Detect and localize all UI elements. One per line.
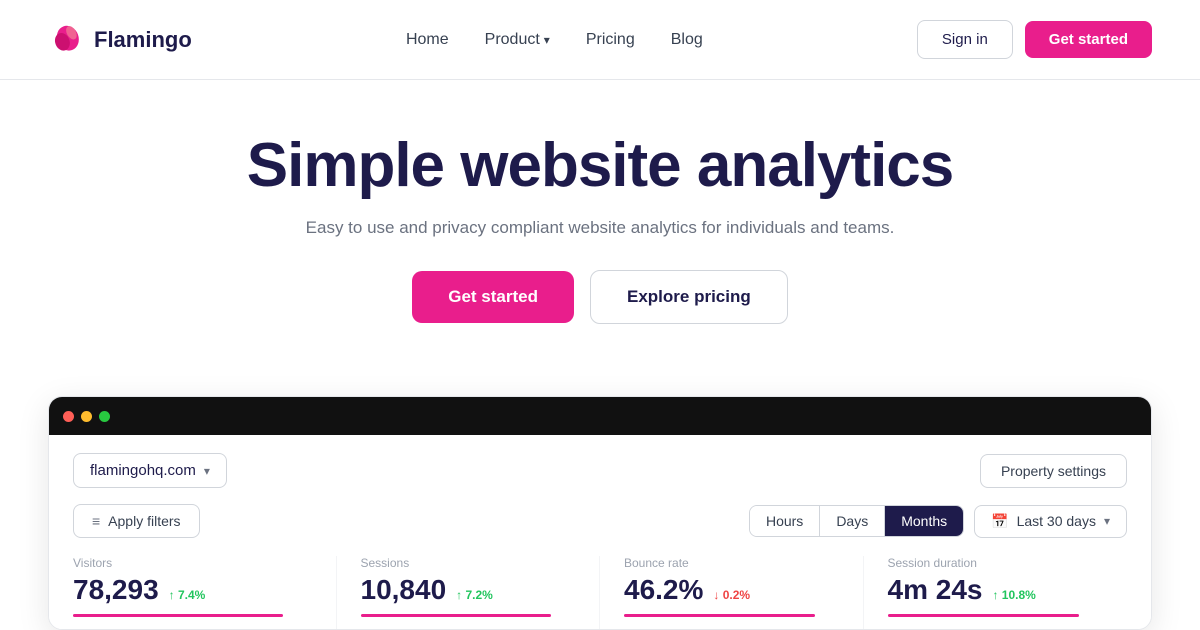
metric-sessions-value-row: 10,840 ↑ 7.2% [361, 574, 600, 606]
window-dot-yellow [81, 411, 92, 422]
metric-bounce-rate-value: 46.2% [624, 574, 703, 606]
metric-sessions-bar [361, 614, 552, 617]
hero-get-started-button[interactable]: Get started [412, 271, 574, 323]
metric-visitors-change: ↑ 7.4% [169, 588, 206, 602]
metric-bounce-rate: Bounce rate 46.2% ↓ 0.2% [600, 556, 864, 629]
logo: Flamingo [48, 22, 192, 58]
navbar: Flamingo Home Product ▾ Pricing Blog Sig… [0, 0, 1200, 80]
calendar-icon: 📅 [991, 513, 1008, 530]
hero-subtitle: Easy to use and privacy compliant websit… [48, 218, 1152, 238]
metric-session-duration: Session duration 4m 24s ↑ 10.8% [864, 556, 1128, 629]
metric-visitors-value-row: 78,293 ↑ 7.4% [73, 574, 336, 606]
time-btn-group: Hours Days Months [749, 505, 964, 537]
nav-home[interactable]: Home [406, 31, 449, 49]
hero-title: Simple website analytics [48, 132, 1152, 200]
apply-filters-button[interactable]: ≡ Apply filters [73, 504, 200, 538]
nav-product[interactable]: Product ▾ [485, 31, 550, 49]
site-selector-button[interactable]: flamingohq.com ▾ [73, 453, 227, 488]
metric-session-duration-label: Session duration [888, 556, 1128, 570]
flamingo-logo-icon [48, 22, 84, 58]
hero-explore-pricing-button[interactable]: Explore pricing [590, 270, 788, 324]
window-dot-green [99, 411, 110, 422]
product-dropdown-chevron: ▾ [544, 33, 550, 47]
metric-session-duration-change: ↑ 10.8% [992, 588, 1035, 602]
date-range-label: Last 30 days [1017, 513, 1096, 529]
nav-links: Home Product ▾ Pricing Blog [406, 31, 703, 49]
metric-bounce-rate-change: ↓ 0.2% [713, 588, 750, 602]
logo-text: Flamingo [94, 27, 192, 53]
metric-visitors-value: 78,293 [73, 574, 159, 606]
metric-bounce-rate-bar [624, 614, 815, 617]
dashboard-body: flamingohq.com ▾ Property settings ≡ App… [49, 435, 1151, 629]
dashboard-top-bar: flamingohq.com ▾ Property settings [73, 453, 1127, 488]
metric-sessions-value: 10,840 [361, 574, 447, 606]
date-range-chevron-icon: ▾ [1104, 514, 1110, 528]
get-started-nav-button[interactable]: Get started [1025, 21, 1152, 58]
metric-session-duration-value-row: 4m 24s ↑ 10.8% [888, 574, 1128, 606]
metrics-row: Visitors 78,293 ↑ 7.4% Sessions 10,840 ↑… [73, 556, 1127, 629]
metric-bounce-rate-label: Bounce rate [624, 556, 863, 570]
nav-pricing[interactable]: Pricing [586, 31, 635, 49]
nav-blog[interactable]: Blog [671, 31, 703, 49]
property-settings-button[interactable]: Property settings [980, 454, 1127, 488]
nav-actions: Sign in Get started [917, 20, 1152, 59]
metric-visitors-bar [73, 614, 283, 617]
metric-session-duration-bar [888, 614, 1080, 617]
time-months-button[interactable]: Months [885, 506, 963, 536]
time-days-button[interactable]: Days [820, 506, 885, 536]
metric-sessions-label: Sessions [361, 556, 600, 570]
apply-filters-label: Apply filters [108, 513, 180, 529]
dashboard-preview: flamingohq.com ▾ Property settings ≡ App… [48, 396, 1152, 630]
date-range-button[interactable]: 📅 Last 30 days ▾ [974, 505, 1127, 538]
hero-buttons: Get started Explore pricing [48, 270, 1152, 324]
metric-sessions: Sessions 10,840 ↑ 7.2% [337, 556, 601, 629]
dashboard-filter-bar: ≡ Apply filters Hours Days Months 📅 Last… [73, 504, 1127, 538]
time-controls: Hours Days Months 📅 Last 30 days ▾ [749, 505, 1127, 538]
time-hours-button[interactable]: Hours [750, 506, 820, 536]
dashboard-titlebar [49, 397, 1151, 435]
signin-button[interactable]: Sign in [917, 20, 1013, 59]
metric-visitors: Visitors 78,293 ↑ 7.4% [73, 556, 337, 629]
filter-icon: ≡ [92, 513, 100, 529]
site-selector-chevron-icon: ▾ [204, 464, 210, 478]
metric-sessions-change: ↑ 7.2% [456, 588, 493, 602]
metric-visitors-label: Visitors [73, 556, 336, 570]
site-selector-value: flamingohq.com [90, 462, 196, 479]
hero-section: Simple website analytics Easy to use and… [0, 80, 1200, 396]
metric-bounce-rate-value-row: 46.2% ↓ 0.2% [624, 574, 863, 606]
metric-session-duration-value: 4m 24s [888, 574, 983, 606]
window-dot-red [63, 411, 74, 422]
